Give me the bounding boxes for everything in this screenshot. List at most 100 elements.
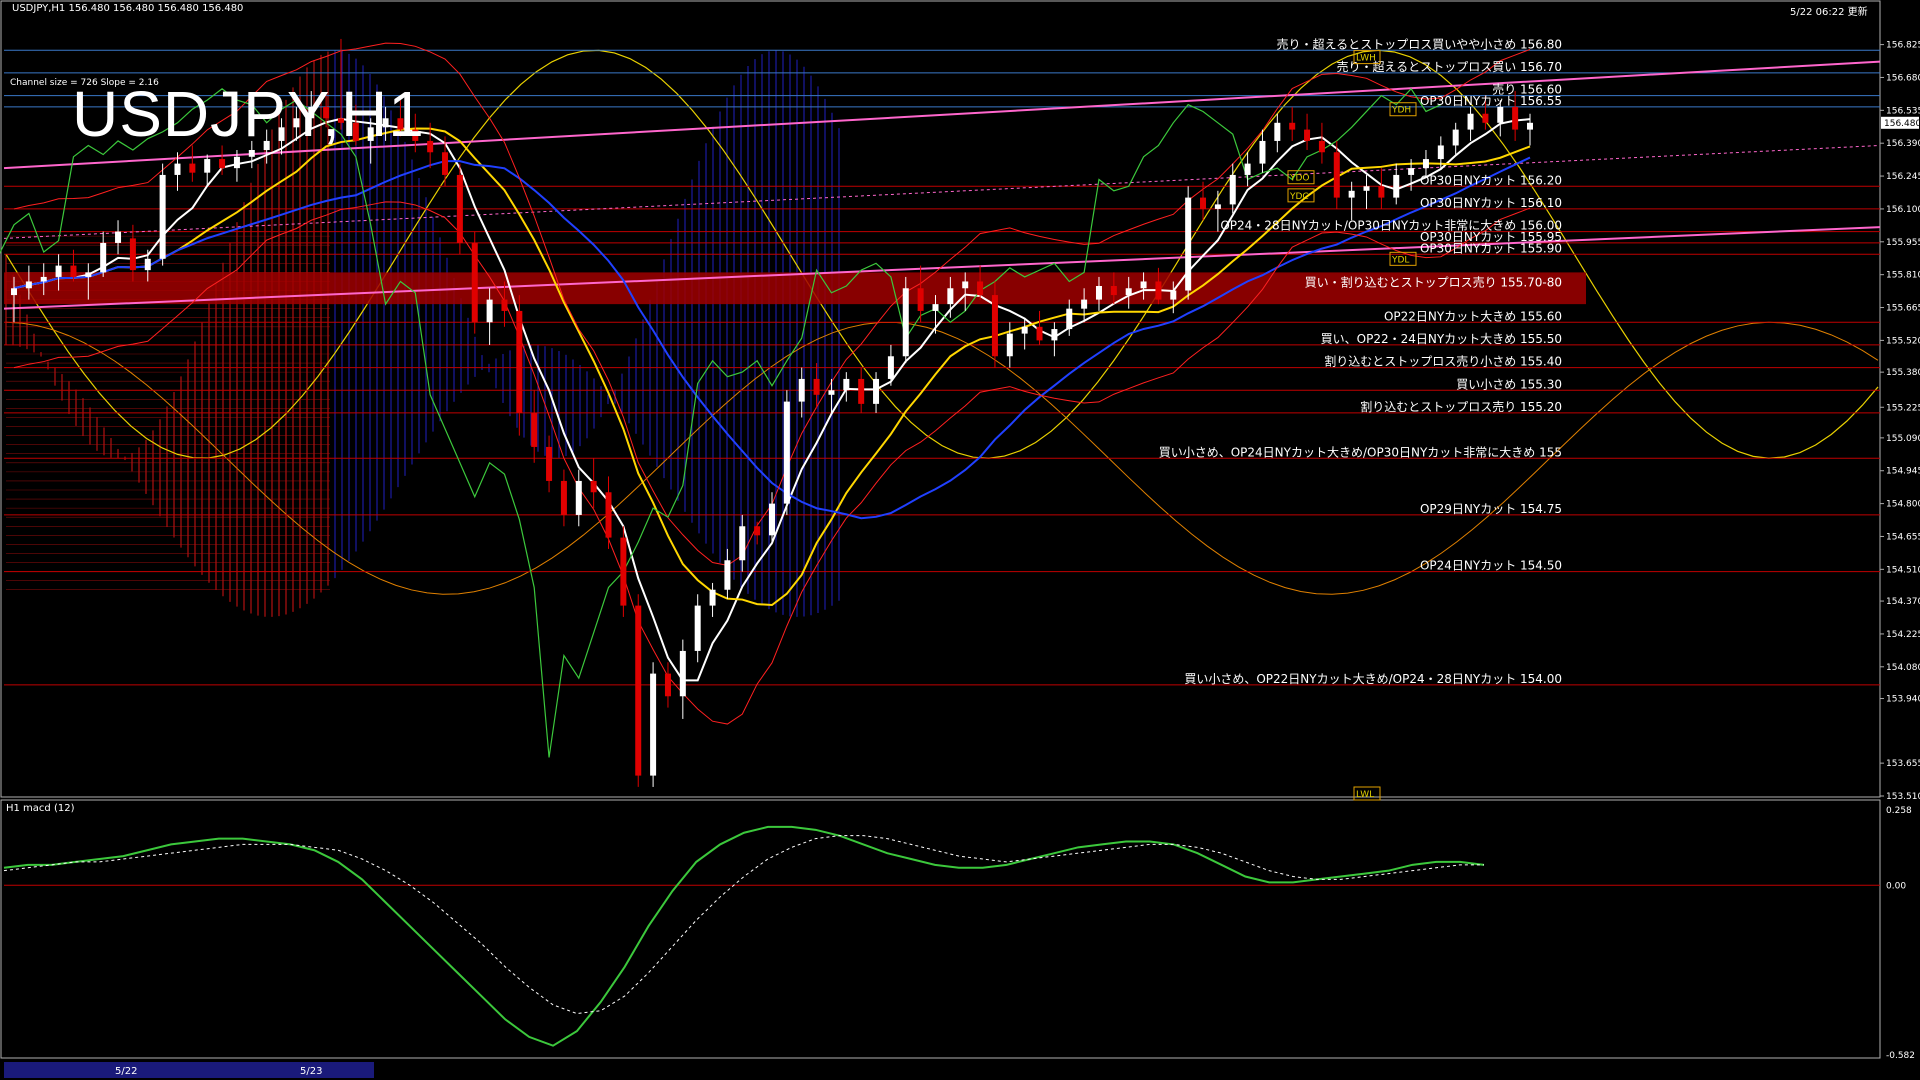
macd-y-label: -0.582 <box>1886 1051 1915 1061</box>
macd-panel-frame <box>0 799 1881 1059</box>
y-tick-label: 153.940 <box>1886 695 1920 705</box>
y-tick-label: 153.510 <box>1886 792 1920 802</box>
candle-body <box>813 378 820 395</box>
level-label: 割り込むとストップロス売り小さめ 155.40 <box>1324 354 1562 369</box>
y-tick-label: 156.390 <box>1886 139 1920 149</box>
level-label: 売り・超えるとストップロス買いやや小さめ 156.80 <box>1277 36 1562 51</box>
candle-body <box>85 272 92 277</box>
candle-body <box>531 412 538 447</box>
candle-body <box>977 281 984 296</box>
candle-body <box>1021 326 1028 334</box>
y-tick-label: 154.225 <box>1886 630 1920 640</box>
candle-body <box>1006 333 1013 357</box>
candle-body <box>144 258 151 271</box>
macd-label: H1 macd (12) <box>6 803 75 814</box>
candle-body <box>1437 145 1444 160</box>
level-label: OP30日NYカット 156.10 <box>1420 196 1562 210</box>
marker-label: LWH <box>1356 54 1376 64</box>
candle-body <box>902 288 909 357</box>
candle-body <box>1081 299 1088 309</box>
candle-body <box>501 299 508 311</box>
candle-body <box>1259 140 1266 164</box>
candle-body <box>1110 286 1117 296</box>
y-tick-label: 155.225 <box>1886 403 1920 413</box>
candle-body <box>1497 106 1504 123</box>
candle-body <box>1467 113 1474 130</box>
candle-body <box>1140 281 1147 289</box>
candle-body <box>873 378 880 404</box>
level-label: OP29日NYカット 154.75 <box>1420 502 1562 516</box>
level-label: 買い小さめ、OP22日NYカット大きめ/OP24・28日NYカット 154.00 <box>1184 672 1562 686</box>
macd-main-line <box>3 825 1485 1047</box>
y-tick-label: 155.520 <box>1886 336 1920 346</box>
chart-title: USDJPY,H1 <box>72 78 425 150</box>
y-tick-label: 156.535 <box>1886 106 1920 116</box>
candle-body <box>1482 113 1489 123</box>
candle-body <box>233 156 240 169</box>
marker-label: YDC <box>1289 192 1309 202</box>
y-tick-label: 154.080 <box>1886 663 1920 673</box>
candle-body <box>724 560 731 590</box>
candle-body <box>55 265 62 277</box>
level-label: OP30日NYカット 156.20 <box>1420 173 1562 187</box>
macd-y-label: 0.258 <box>1886 806 1912 816</box>
candle-body <box>516 310 523 413</box>
candle-body <box>1095 286 1102 300</box>
update-time: 5/22 06:22 更新 <box>1790 7 1868 18</box>
candle-body <box>1185 197 1192 291</box>
level-label: OP30日NYカット 156.55 <box>1420 94 1562 108</box>
candle-body <box>456 174 463 243</box>
candle-body <box>100 242 107 273</box>
candle-body <box>664 673 671 697</box>
candle-body <box>1066 308 1073 330</box>
candle-body <box>159 174 166 259</box>
y-tick-label: 155.810 <box>1886 271 1920 281</box>
candle-body <box>1304 129 1311 141</box>
y-tick-label: 155.090 <box>1886 434 1920 444</box>
candle-body <box>442 152 449 175</box>
candle-body <box>1452 129 1459 146</box>
y-tick-label: 154.655 <box>1886 532 1920 542</box>
candle-body <box>471 242 478 323</box>
candle-body <box>991 295 998 357</box>
y-tick-label: 156.825 <box>1886 41 1920 51</box>
candle-body <box>932 304 939 311</box>
macd-y-label: 0.00 <box>1886 881 1906 891</box>
candle-body <box>783 401 790 504</box>
candle-body <box>11 288 17 296</box>
y-tick-label: 154.370 <box>1886 597 1920 607</box>
candle-body <box>1348 190 1355 198</box>
candle-body <box>1512 106 1519 130</box>
candle-body <box>828 390 835 395</box>
candle-body <box>560 480 567 515</box>
symbol-info: USDJPY,H1 156.480 156.480 156.480 156.48… <box>12 3 244 14</box>
candle-body <box>1036 326 1043 341</box>
candle-body <box>858 378 865 404</box>
candle-body <box>189 163 196 173</box>
candle-body <box>427 140 434 153</box>
marker-label: YDL <box>1391 255 1409 265</box>
candle-body <box>605 492 612 538</box>
trading-chart: 売り・超えるとストップロス買いやや小さめ 156.80売り・超えるとストップロス… <box>0 0 1920 1078</box>
level-label: OP24日NYカット 154.50 <box>1420 559 1562 573</box>
marker-label: YDH <box>1391 106 1411 116</box>
candle-body <box>694 605 701 651</box>
candle-body <box>1170 290 1177 300</box>
y-tick-label: 154.800 <box>1886 500 1920 510</box>
level-label: 割り込むとストップロス売り 155.20 <box>1360 399 1562 414</box>
candle-body <box>1200 197 1207 209</box>
y-tick-label: 155.665 <box>1886 304 1920 314</box>
y-tick-label: 156.100 <box>1886 205 1920 215</box>
candle-body <box>1214 204 1221 209</box>
candle-body <box>115 231 122 243</box>
candle-body <box>917 288 924 311</box>
level-label: OP22日NYカット大きめ 155.60 <box>1384 309 1562 323</box>
ma-blue <box>13 156 1531 520</box>
x-tick-label: 5/23 <box>300 1066 322 1077</box>
marker-label: LWL <box>1356 790 1374 800</box>
candle-body <box>204 159 211 173</box>
current-price-label: 156.480 <box>1884 119 1920 129</box>
candle-body <box>1274 122 1281 141</box>
candle-body <box>754 526 761 536</box>
candle-body <box>40 276 47 282</box>
